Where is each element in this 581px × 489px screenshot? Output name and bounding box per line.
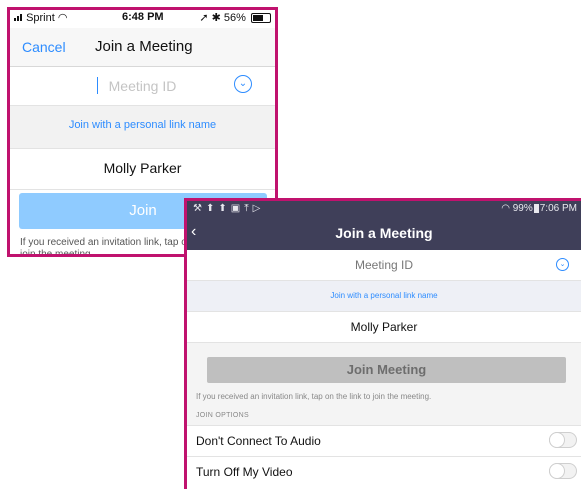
- android-join-screen: ⚒⬆⬆▣⤒▷ ◠ 99% 7:06 PM ‹ Join a Meeting Mee…: [184, 198, 581, 489]
- display-name-field[interactable]: Molly Parker: [187, 312, 581, 343]
- android-title-bar: ‹ Join a Meeting: [187, 217, 581, 250]
- display-name-value: Molly Parker: [103, 160, 182, 176]
- android-time: 7:06 PM: [539, 203, 577, 214]
- wifi-icon: ◠: [57, 12, 68, 24]
- meeting-id-field[interactable]: Meeting ID ⌄: [187, 250, 581, 281]
- option-video-row: Turn Off My Video: [187, 456, 581, 487]
- ios-time: 6:48 PM: [122, 11, 164, 23]
- personal-link-row: Join with a personal link name: [10, 106, 275, 149]
- personal-link-button[interactable]: Join with a personal link name: [187, 291, 581, 300]
- battery-icon: [533, 203, 539, 213]
- option-label: Don't Connect To Audio: [196, 434, 321, 448]
- audio-toggle[interactable]: [549, 432, 577, 448]
- battery-icon: [251, 13, 271, 24]
- join-meeting-button[interactable]: Join Meeting: [207, 357, 566, 383]
- wifi-icon: ◠: [501, 203, 510, 214]
- meeting-id-placeholder: Meeting ID: [354, 258, 414, 272]
- person-icon: ⬆: [218, 203, 231, 214]
- person-icon: ⬆: [205, 203, 219, 214]
- play-icon: ▷: [252, 203, 265, 214]
- personal-link-button[interactable]: Join with a personal link name: [10, 119, 275, 131]
- display-name-field[interactable]: Molly Parker: [10, 149, 275, 190]
- invitation-info-text: If you received an invitation link, tap …: [196, 392, 432, 401]
- meeting-id-field[interactable]: Meeting ID ⌄: [10, 67, 275, 106]
- wrench-icon: ⚒: [193, 203, 206, 214]
- option-audio-row: Don't Connect To Audio: [187, 425, 581, 456]
- display-name-value: Molly Parker: [350, 320, 418, 334]
- chevron-down-icon[interactable]: ⌄: [556, 258, 569, 271]
- signal-icon: [14, 12, 23, 24]
- carrier-label: Sprint: [26, 12, 55, 24]
- video-toggle[interactable]: [549, 463, 577, 479]
- cancel-button[interactable]: Cancel: [22, 39, 66, 55]
- notification-icons: ⚒⬆⬆▣⤒▷: [193, 203, 264, 214]
- ios-status-bar: Sprint ◠ 6:48 PM ➚ ✱ 56%: [10, 10, 275, 26]
- bluetooth-icon: ✱: [211, 12, 221, 24]
- android-battery-percent: 99%: [512, 203, 533, 214]
- image-icon: ▣: [230, 203, 245, 214]
- ios-battery-percent: 56%: [223, 12, 246, 24]
- android-status-bar: ⚒⬆⬆▣⤒▷ ◠ 99% 7:06 PM: [187, 201, 581, 217]
- page-title: Join a Meeting: [335, 225, 433, 241]
- page-title: Join a Meeting: [95, 38, 193, 55]
- location-icon: ➚: [199, 12, 209, 24]
- chevron-down-icon[interactable]: ⌄: [234, 75, 252, 93]
- ios-nav-bar: Cancel Join a Meeting: [10, 28, 275, 67]
- join-options-heading: JOIN OPTIONS: [196, 412, 249, 419]
- option-label: Turn Off My Video: [196, 465, 293, 479]
- personal-link-row: Join with a personal link name: [187, 281, 581, 312]
- upload-icon: ⤒: [244, 203, 253, 214]
